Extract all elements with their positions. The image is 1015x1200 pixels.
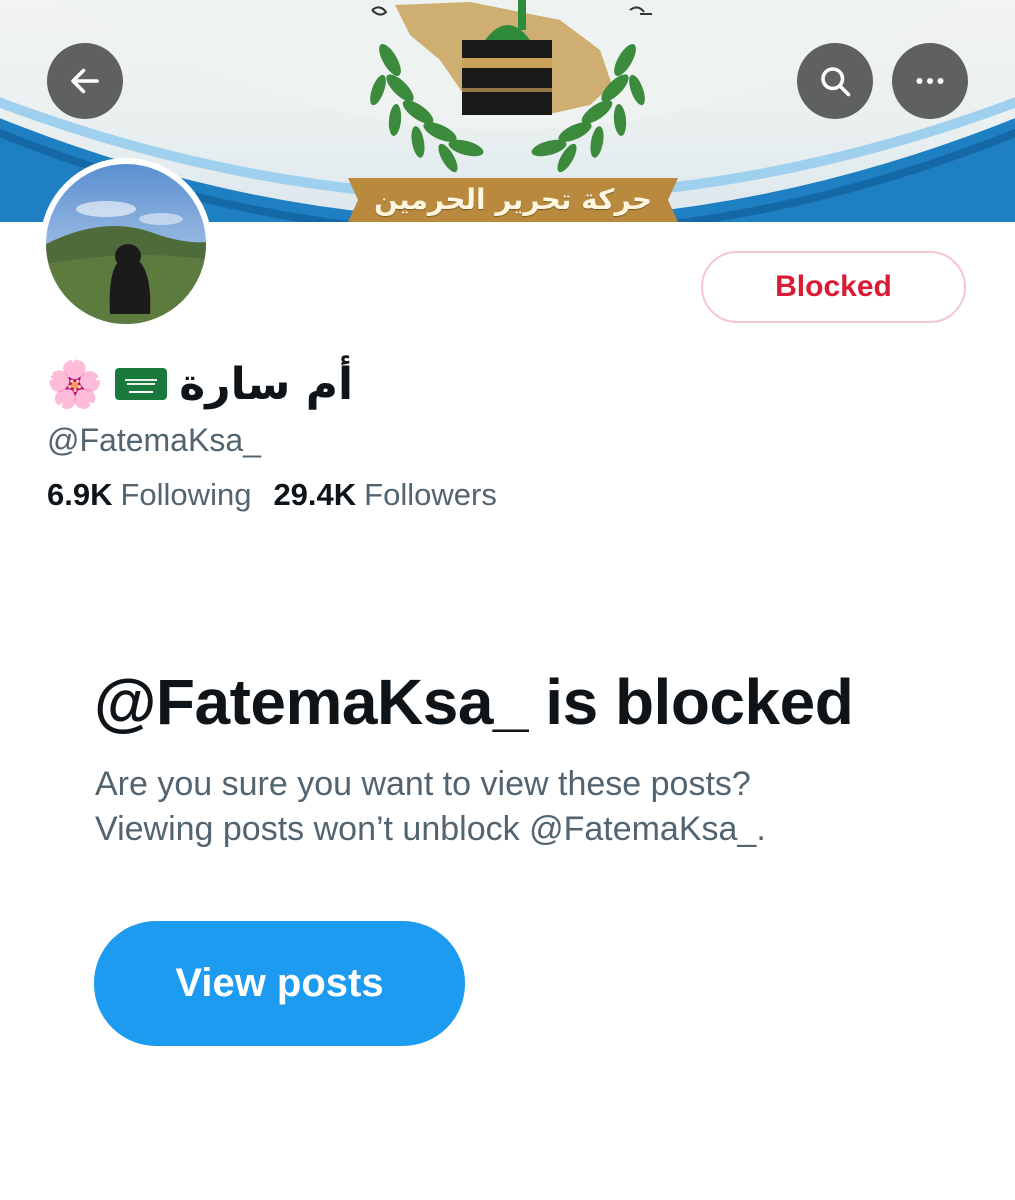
following-stat[interactable]: 6.9K Following xyxy=(47,477,251,513)
blocked-title: @FatemaKsa_ is blocked xyxy=(94,666,854,738)
more-button[interactable] xyxy=(892,43,968,119)
back-button[interactable] xyxy=(47,43,123,119)
profile-name: أم سارة xyxy=(179,358,354,410)
saudi-flag-emoji xyxy=(113,364,169,404)
blocked-description: Are you sure you want to view these post… xyxy=(95,762,915,852)
avatar[interactable] xyxy=(40,158,212,330)
more-horizontal-icon xyxy=(916,78,944,84)
display-name: 🌸 أم سارة xyxy=(46,348,353,420)
followers-count: 29.4K xyxy=(273,477,357,512)
arrow-left-icon xyxy=(71,68,99,94)
followers-stat[interactable]: 29.4K Followers xyxy=(273,477,496,513)
cherry-blossom-emoji: 🌸 xyxy=(46,357,104,410)
blocked-button[interactable]: Blocked xyxy=(701,251,966,323)
search-button[interactable] xyxy=(797,43,873,119)
avatar-image xyxy=(46,164,206,324)
blocked-description-line-2: Viewing posts won’t unblock @FatemaKsa_. xyxy=(95,810,766,848)
following-count: 6.9K xyxy=(47,477,113,512)
view-posts-button[interactable]: View posts xyxy=(94,921,465,1046)
blocked-description-line-1: Are you sure you want to view these post… xyxy=(95,765,751,803)
follow-stats: 6.9K Following 29.4K Followers xyxy=(47,477,497,513)
following-label: Following xyxy=(120,477,252,512)
search-icon xyxy=(821,67,851,97)
banner-caption: حركة تحرير الحرمين xyxy=(373,182,653,216)
saudi-flag-icon xyxy=(115,368,168,400)
profile-handle: @FatemaKsa_ xyxy=(47,422,261,458)
followers-label: Followers xyxy=(364,477,497,512)
